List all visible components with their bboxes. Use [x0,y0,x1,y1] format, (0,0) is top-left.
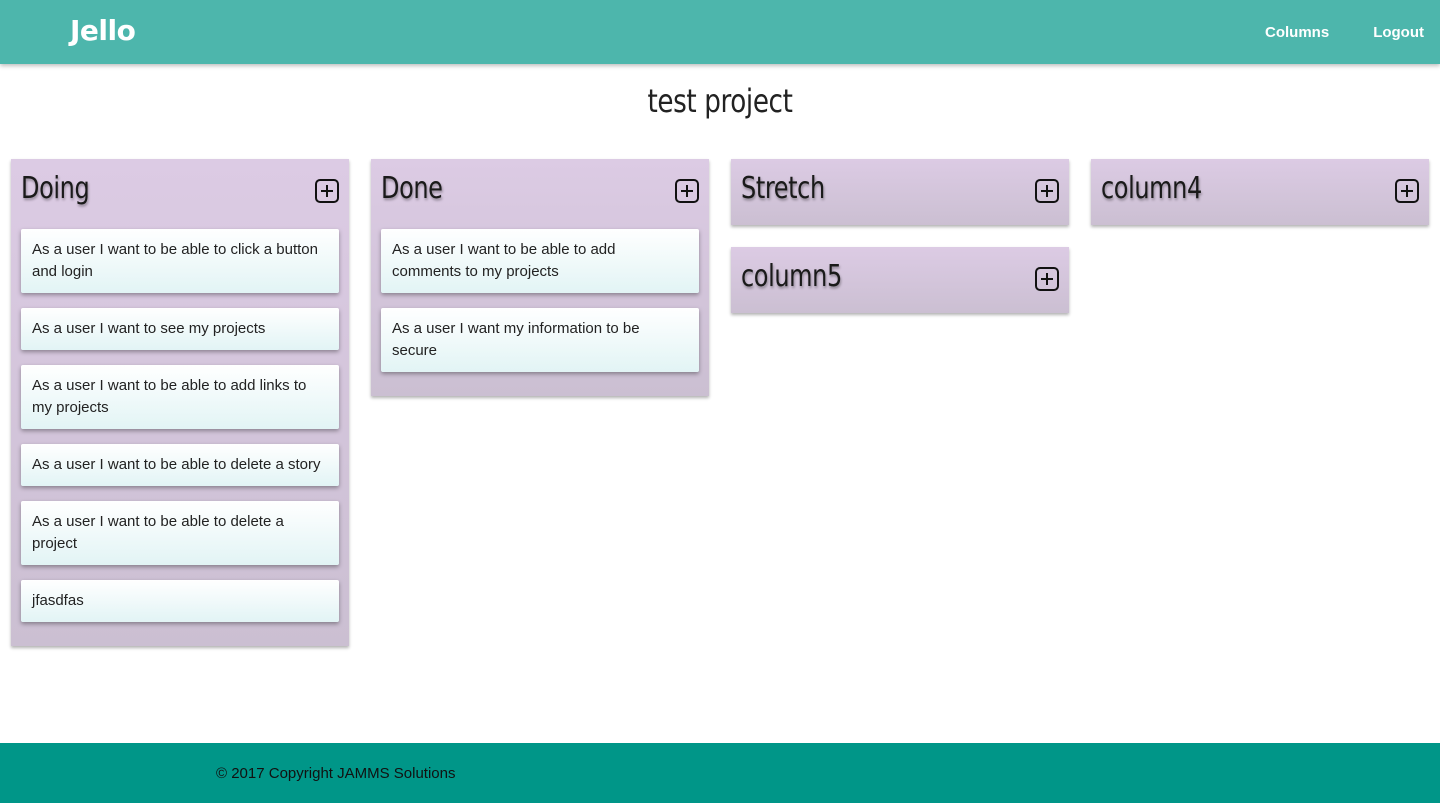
nav-link-columns[interactable]: Columns [1265,24,1329,41]
copyright-text: © 2017 Copyright JAMMS Solutions [216,765,456,782]
add-card-icon[interactable] [675,179,699,203]
board-slot-4: column4 [1091,159,1429,247]
column-header: Doing [21,159,339,229]
column-header: Stretch [741,159,1059,229]
column-header: Done [381,159,699,229]
column-title: column5 [741,259,842,294]
page-title: test project [647,82,793,120]
story-card[interactable]: As a user I want to be able to click a b… [21,229,339,293]
story-card[interactable]: As a user I want to be able to delete a … [21,444,339,486]
column-title: Stretch [741,171,825,206]
column-stretch: Stretch [731,159,1069,225]
column-done: Done As a user I want to be able to add … [371,159,709,396]
column-column4: column4 [1091,159,1429,225]
footer: © 2017 Copyright JAMMS Solutions [0,743,1440,803]
add-card-icon[interactable] [1395,179,1419,203]
story-card[interactable]: As a user I want to be able to add links… [21,365,339,429]
story-card[interactable]: As a user I want to see my projects [21,308,339,350]
navbar: Jello Columns Logout [0,0,1440,64]
column-doing: Doing As a user I want to be able to cli… [11,159,349,646]
story-card[interactable]: As a user I want my information to be se… [381,308,699,372]
column-title: Done [381,171,443,206]
board-slot-2: Done As a user I want to be able to add … [371,159,709,418]
add-card-icon[interactable] [1035,267,1059,291]
column-title: Doing [21,171,90,206]
add-card-icon[interactable] [315,179,339,203]
add-card-icon[interactable] [1035,179,1059,203]
column-header: column4 [1101,159,1419,229]
board-slot-3: Stretch column5 [731,159,1069,335]
column-column5: column5 [731,247,1069,313]
board-slot-1: Doing As a user I want to be able to cli… [11,159,349,668]
column-header: column5 [741,247,1059,317]
story-card[interactable]: jfasdfas [21,580,339,622]
story-card[interactable]: As a user I want to be able to add comme… [381,229,699,293]
story-card[interactable]: As a user I want to be able to delete a … [21,501,339,565]
column-title: column4 [1101,171,1202,206]
nav-link-logout[interactable]: Logout [1373,24,1424,41]
brand-logo[interactable]: Jello [70,14,136,47]
nav-links: Columns Logout [1221,0,1424,64]
